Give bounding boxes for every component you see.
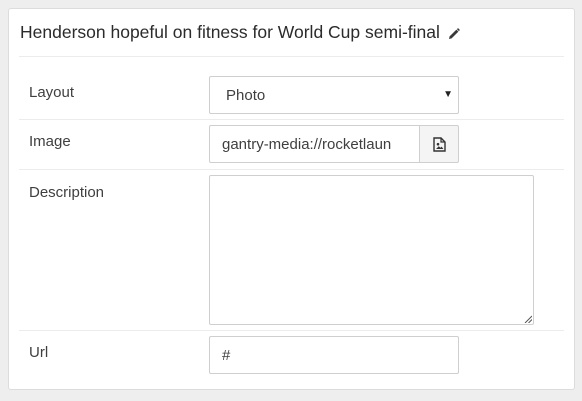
description-label: Description	[29, 184, 105, 201]
description-textarea[interactable]	[209, 175, 534, 325]
image-path-input[interactable]: gantry-media://rocketlaun	[209, 125, 419, 163]
layout-row: Layout Photo ▼	[19, 68, 564, 120]
url-label: Url	[29, 344, 49, 361]
layout-label: Layout	[29, 84, 75, 101]
url-input[interactable]: #	[209, 336, 459, 374]
image-label: Image	[29, 133, 71, 150]
layout-select[interactable]: Photo ▼	[209, 76, 459, 114]
description-row: Description	[19, 170, 564, 331]
pencil-icon[interactable]	[448, 27, 460, 40]
resize-grip-icon[interactable]	[524, 315, 532, 323]
image-input-group: gantry-media://rocketlaun	[209, 125, 459, 163]
image-row: Image gantry-media://rocketlaun	[19, 120, 564, 170]
caret-down-icon: ▼	[443, 89, 453, 100]
image-picker-button[interactable]	[419, 125, 459, 163]
url-row: Url #	[19, 331, 564, 383]
image-file-icon	[432, 136, 446, 152]
layout-select-value: Photo	[226, 86, 266, 104]
card-header: Henderson hopeful on fitness for World C…	[19, 9, 564, 57]
particle-settings-card: Henderson hopeful on fitness for World C…	[8, 8, 575, 390]
card-title: Henderson hopeful on fitness for World C…	[20, 22, 440, 42]
